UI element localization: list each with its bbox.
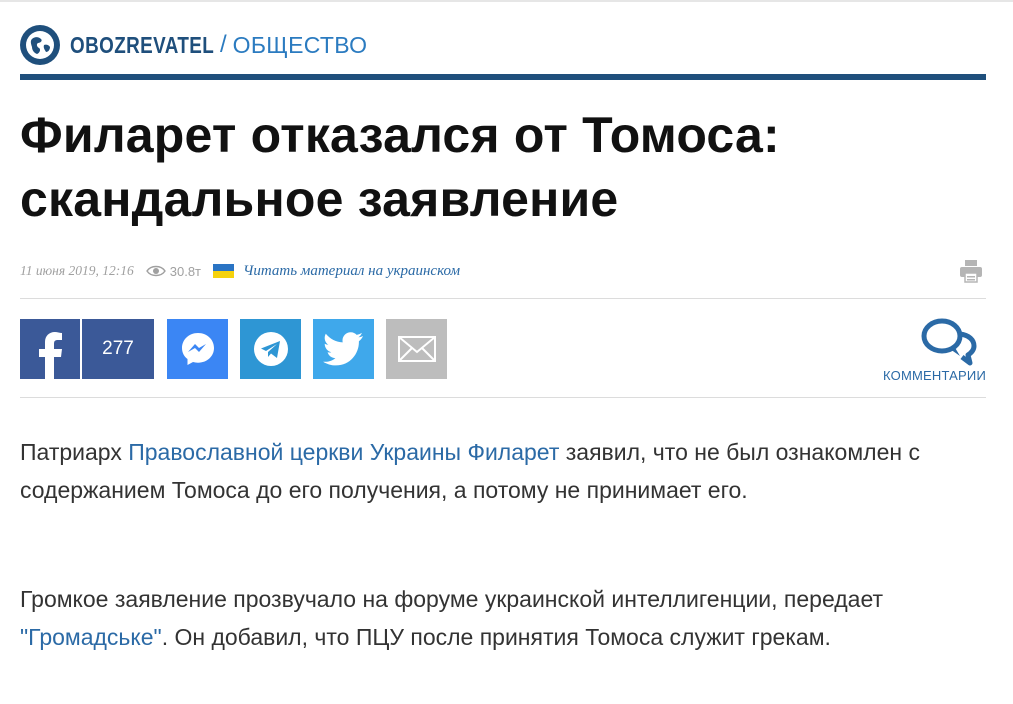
- article-meta: 11 июня 2019, 12:16 30.8т Читать материа…: [20, 258, 986, 284]
- paragraph-2: Громкое заявление прозвучало на форуме у…: [20, 580, 960, 656]
- read-in-ukrainian-link[interactable]: Читать материал на украинском: [243, 263, 460, 280]
- breadcrumb-separator: /: [220, 31, 227, 58]
- title-line-1: Филарет отказался от Томоса:: [20, 107, 780, 163]
- print-icon[interactable]: [958, 258, 984, 284]
- twitter-icon: [322, 332, 363, 366]
- comments-icon: [921, 318, 977, 366]
- title-line-2: скандальное заявление: [20, 171, 619, 227]
- p2-link-source[interactable]: "Громадське": [20, 624, 162, 650]
- eye-icon: [145, 265, 166, 277]
- site-header: OBOZREVATEL / ОБЩЕСТВО: [20, 25, 367, 65]
- publish-date: 11 июня 2019, 12:16: [20, 263, 134, 278]
- top-border: [0, 0, 1013, 2]
- p1-text-before: Патриарх: [20, 439, 129, 465]
- view-count: 30.8т: [169, 263, 202, 279]
- twitter-button[interactable]: [313, 319, 374, 379]
- ukraine-flag-icon: [213, 264, 235, 278]
- messenger-icon: [181, 333, 214, 365]
- p2-text-before: Громкое заявление прозвучало на форуме у…: [20, 586, 884, 612]
- header-rule: [20, 74, 986, 80]
- share-divider: [20, 397, 986, 398]
- paragraph-1: Патриарх Православной церкви Украины Фил…: [20, 433, 960, 509]
- brand-name[interactable]: OBOZREVATEL: [70, 32, 214, 59]
- facebook-share: 277: [20, 319, 154, 379]
- telegram-icon: [253, 332, 288, 366]
- meta-divider: [20, 298, 986, 299]
- facebook-icon: [39, 332, 62, 379]
- comments-link[interactable]: КОММЕНТАРИИ: [856, 318, 986, 384]
- comments-label: КОММЕНТАРИИ: [883, 368, 986, 383]
- envelope-icon: [397, 336, 436, 362]
- telegram-button[interactable]: [240, 319, 301, 379]
- globe-icon[interactable]: [20, 25, 60, 65]
- facebook-share-count[interactable]: 277: [82, 319, 154, 379]
- p2-text-after: . Он добавил, что ПЦУ после принятия Том…: [161, 624, 831, 650]
- facebook-button[interactable]: [20, 319, 80, 379]
- p1-link-church[interactable]: Православной церкви Украины Филарет: [128, 439, 559, 465]
- email-button[interactable]: [386, 319, 447, 379]
- article-title: Филарет отказался от Томоса: скандальное…: [20, 103, 986, 231]
- breadcrumb-section[interactable]: ОБЩЕСТВО: [233, 32, 368, 59]
- messenger-button[interactable]: [167, 319, 228, 379]
- share-bar: 277: [20, 319, 459, 379]
